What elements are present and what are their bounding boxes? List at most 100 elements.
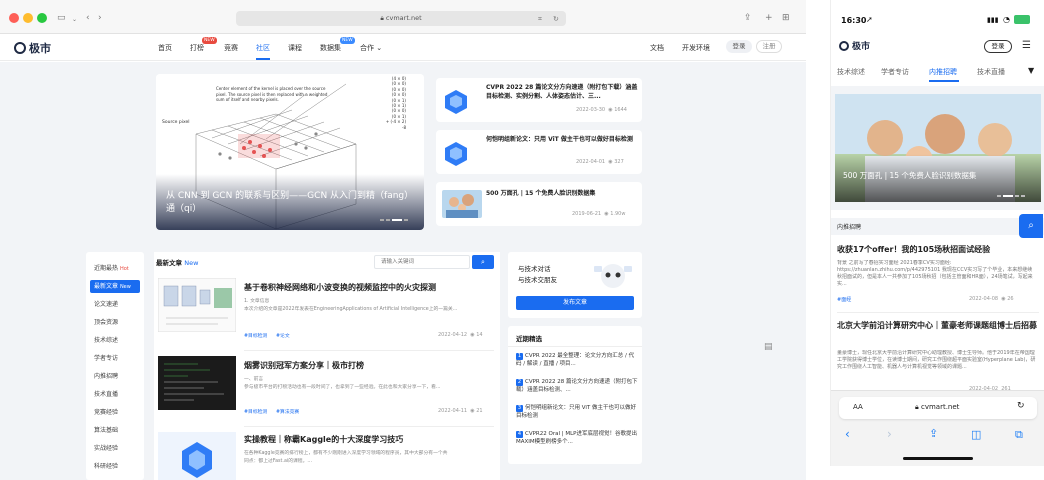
search-button[interactable]: ⌕: [1019, 214, 1043, 238]
tab-jobs[interactable]: 内推招聘: [929, 67, 957, 77]
post-views: 26: [1007, 296, 1014, 302]
carousel-dot-active[interactable]: [392, 219, 402, 221]
bookmarks-icon[interactable]: ◫: [971, 428, 981, 441]
nav-dev-env[interactable]: 开发环境: [682, 43, 710, 53]
article-title[interactable]: 实操教程｜称霸Kaggle的十大深度学习技巧: [244, 434, 403, 445]
filter-icon[interactable]: ▼: [1028, 66, 1034, 75]
sidebar-item-interviews[interactable]: 学者专访: [90, 352, 140, 365]
promo-line: 与技术交朋友: [518, 276, 557, 284]
article-title[interactable]: 基于卷积神经网络和小波变换的视频监控中的火灾探测: [244, 282, 436, 293]
tab-overview-icon[interactable]: ⊞: [782, 12, 790, 24]
reload-icon[interactable]: ↻: [1017, 401, 1025, 411]
carousel-dot[interactable]: [1021, 195, 1025, 197]
share-icon[interactable]: ⇪: [929, 427, 938, 440]
recent-item[interactable]: 4 CVPR22 Oral | MLP进军底层视觉！谷歌提出MAXIM模型刷榜多个…: [516, 430, 638, 446]
nav-competition[interactable]: 竞赛: [224, 43, 238, 53]
nav-home[interactable]: 首页: [158, 43, 172, 53]
post-tag[interactable]: #面经: [837, 296, 851, 303]
article-excerpt: 本次介绍的文章是2022年发表在EngineeringApplications …: [244, 307, 458, 312]
hero-title[interactable]: 从 CNN 到 GCN 的联系与区别——GCN 从入门到精（fang）通（qi）: [166, 190, 416, 216]
mobile-login-button[interactable]: 登录: [984, 40, 1012, 53]
login-button[interactable]: 登录: [726, 40, 752, 53]
article-tag[interactable]: #目标检测: [244, 408, 267, 415]
zoom-window-button[interactable]: [37, 13, 47, 23]
carousel-dot[interactable]: [404, 219, 408, 221]
sidebar-item-algorithm[interactable]: 算法基础: [90, 424, 140, 437]
sidebar-icon[interactable]: ▭: [57, 12, 66, 24]
forward-icon[interactable]: ›: [98, 12, 102, 24]
address-bar[interactable]: 🔒︎ cvmart.net: [236, 11, 566, 26]
translate-icon[interactable]: ⌗: [538, 13, 542, 25]
new-tab-icon[interactable]: +: [765, 12, 773, 24]
post-title[interactable]: 北京大学前沿计算研究中心｜董豪老师课题组博士后招募: [837, 320, 1037, 332]
back-icon[interactable]: ‹: [86, 12, 90, 24]
nav-datasets[interactable]: 数据集: [320, 43, 341, 53]
tab-interviews[interactable]: 学者专访: [881, 67, 909, 77]
sidebar-item-surveys[interactable]: 技术综述: [90, 334, 140, 347]
carousel-dot[interactable]: [386, 219, 390, 221]
site-navbar: 极市 首页 打榜 NEW 竞赛 社区 课程 数据集 NEW 合作 ⌄ 文档 开发…: [0, 34, 806, 61]
sidebar-item-latest[interactable]: 最新文章 New: [90, 280, 140, 293]
eye-icon: ◉: [470, 332, 475, 338]
recent-item[interactable]: 2 CVPR 2022 28 篇论文分方向速递（附打包下载）涵盖目标检测、...: [516, 378, 638, 394]
tabs-icon[interactable]: ⧉: [1015, 428, 1023, 442]
article-title[interactable]: 烟雾识别冠军方案分享｜极市打榜: [244, 360, 364, 371]
carousel-dot[interactable]: [1015, 195, 1019, 197]
hero-carousel-slide[interactable]: Center element of the kernel is placed o…: [156, 74, 424, 230]
search-input[interactable]: [374, 255, 470, 269]
hero-caption: Center element of the kernel is placed o…: [216, 86, 328, 102]
mobile-hero-slide[interactable]: 500 万面孔 | 15 个免费人脸识别数据集: [835, 94, 1041, 202]
carousel-dot[interactable]: [997, 195, 1001, 197]
publish-article-button[interactable]: 发布文章: [516, 296, 634, 310]
nav-courses[interactable]: 课程: [288, 43, 302, 53]
reader-aa-button[interactable]: AA: [853, 403, 863, 411]
carousel-dot-active[interactable]: [1003, 195, 1013, 197]
article-item[interactable]: 基于卷积神经网络和小波变换的视频监控中的火灾探测 1. 文章信息 本次介绍的文章…: [154, 274, 500, 354]
forward-icon[interactable]: ›: [887, 427, 892, 441]
tab-live[interactable]: 技术直播: [977, 67, 1005, 77]
new-badge: New: [184, 259, 199, 267]
article-excerpt: 在各种Kaggle竞赛的排行榜上，都有不少刚刚进入深度学习领域的程序员，其中大部…: [244, 451, 448, 456]
search-button[interactable]: ⌕: [472, 255, 494, 269]
sidebar-item-hot[interactable]: 近期最热 Hot: [90, 262, 140, 275]
menu-icon[interactable]: ☰: [1022, 40, 1031, 51]
featured-card[interactable]: 何恺明组新论文：只用 ViT 做主干也可以做好目标检测 2022-04-01 ◉…: [436, 130, 642, 174]
register-button[interactable]: 注册: [756, 40, 782, 53]
reload-icon[interactable]: ↻: [553, 13, 559, 25]
sidebar-item-live[interactable]: 技术直播: [90, 388, 140, 401]
carousel-dot[interactable]: [380, 219, 384, 221]
article-tag[interactable]: #论文: [276, 332, 290, 339]
card-title: 500 万面孔 | 15 个免费人脸识别数据集: [486, 190, 596, 197]
nav-community[interactable]: 社区: [256, 43, 270, 53]
back-icon[interactable]: ‹: [845, 427, 850, 441]
feedback-icon[interactable]: ▤: [764, 342, 773, 352]
sidebar-item-conference[interactable]: 顶会资源: [90, 316, 140, 329]
chevron-down-icon[interactable]: ⌄: [72, 14, 77, 26]
nav-leaderboard[interactable]: 打榜: [190, 43, 204, 53]
article-tag[interactable]: #算法竞赛: [276, 408, 299, 415]
minimize-window-button[interactable]: [23, 13, 33, 23]
new-badge: New: [119, 284, 131, 290]
share-icon[interactable]: ⇪: [744, 12, 752, 24]
featured-card[interactable]: 500 万面孔 | 15 个免费人脸识别数据集 2019-06-21 ◉ 1.9…: [436, 182, 642, 226]
eye-icon: ◉: [604, 211, 609, 217]
close-window-button[interactable]: [9, 13, 19, 23]
article-item[interactable]: 烟雾识别冠军方案分享｜极市打榜 一、前言 参与极市平台的打榜活动也有一段时间了，…: [154, 352, 500, 432]
tab-surveys[interactable]: 技术综述: [837, 67, 865, 77]
list-heading: 最新文章 New: [156, 257, 198, 267]
article-tag[interactable]: #目标检测: [244, 332, 267, 339]
mobile-address-bar[interactable]: AA 🔒︎ cvmart.net ↻: [839, 397, 1037, 419]
sidebar-item-jobs[interactable]: 内推招聘: [90, 370, 140, 383]
recent-item[interactable]: 3 何恺明组新论文：只用 ViT 做主干也可以做好目标检测: [516, 404, 638, 420]
sidebar-item-research[interactable]: 科研经验: [90, 460, 140, 473]
post-title[interactable]: 收获17个offer！我的105场秋招面试经验: [837, 244, 1037, 256]
sidebar-item-competition[interactable]: 竞赛经验: [90, 406, 140, 419]
recent-item[interactable]: 1 CVPR 2022 最全整理：论文分方向汇总 / 代码 / 解读 / 直播 /…: [516, 352, 638, 368]
nav-docs[interactable]: 文档: [650, 43, 664, 53]
featured-card[interactable]: CVPR 2022 28 篇论文分方向速递（附打包下载）涵盖目标检测、实例分割、…: [436, 78, 642, 122]
nav-cooperation[interactable]: 合作 ⌄: [360, 43, 382, 53]
article-item[interactable]: 实操教程｜称霸Kaggle的十大深度学习技巧 在各种Kaggle竞赛的排行榜上，…: [154, 426, 500, 480]
sidebar-item-papers[interactable]: 论文速递: [90, 298, 140, 311]
sidebar-item-practice[interactable]: 实战经验: [90, 442, 140, 455]
nav-cooperation-label: 合作: [360, 44, 374, 52]
